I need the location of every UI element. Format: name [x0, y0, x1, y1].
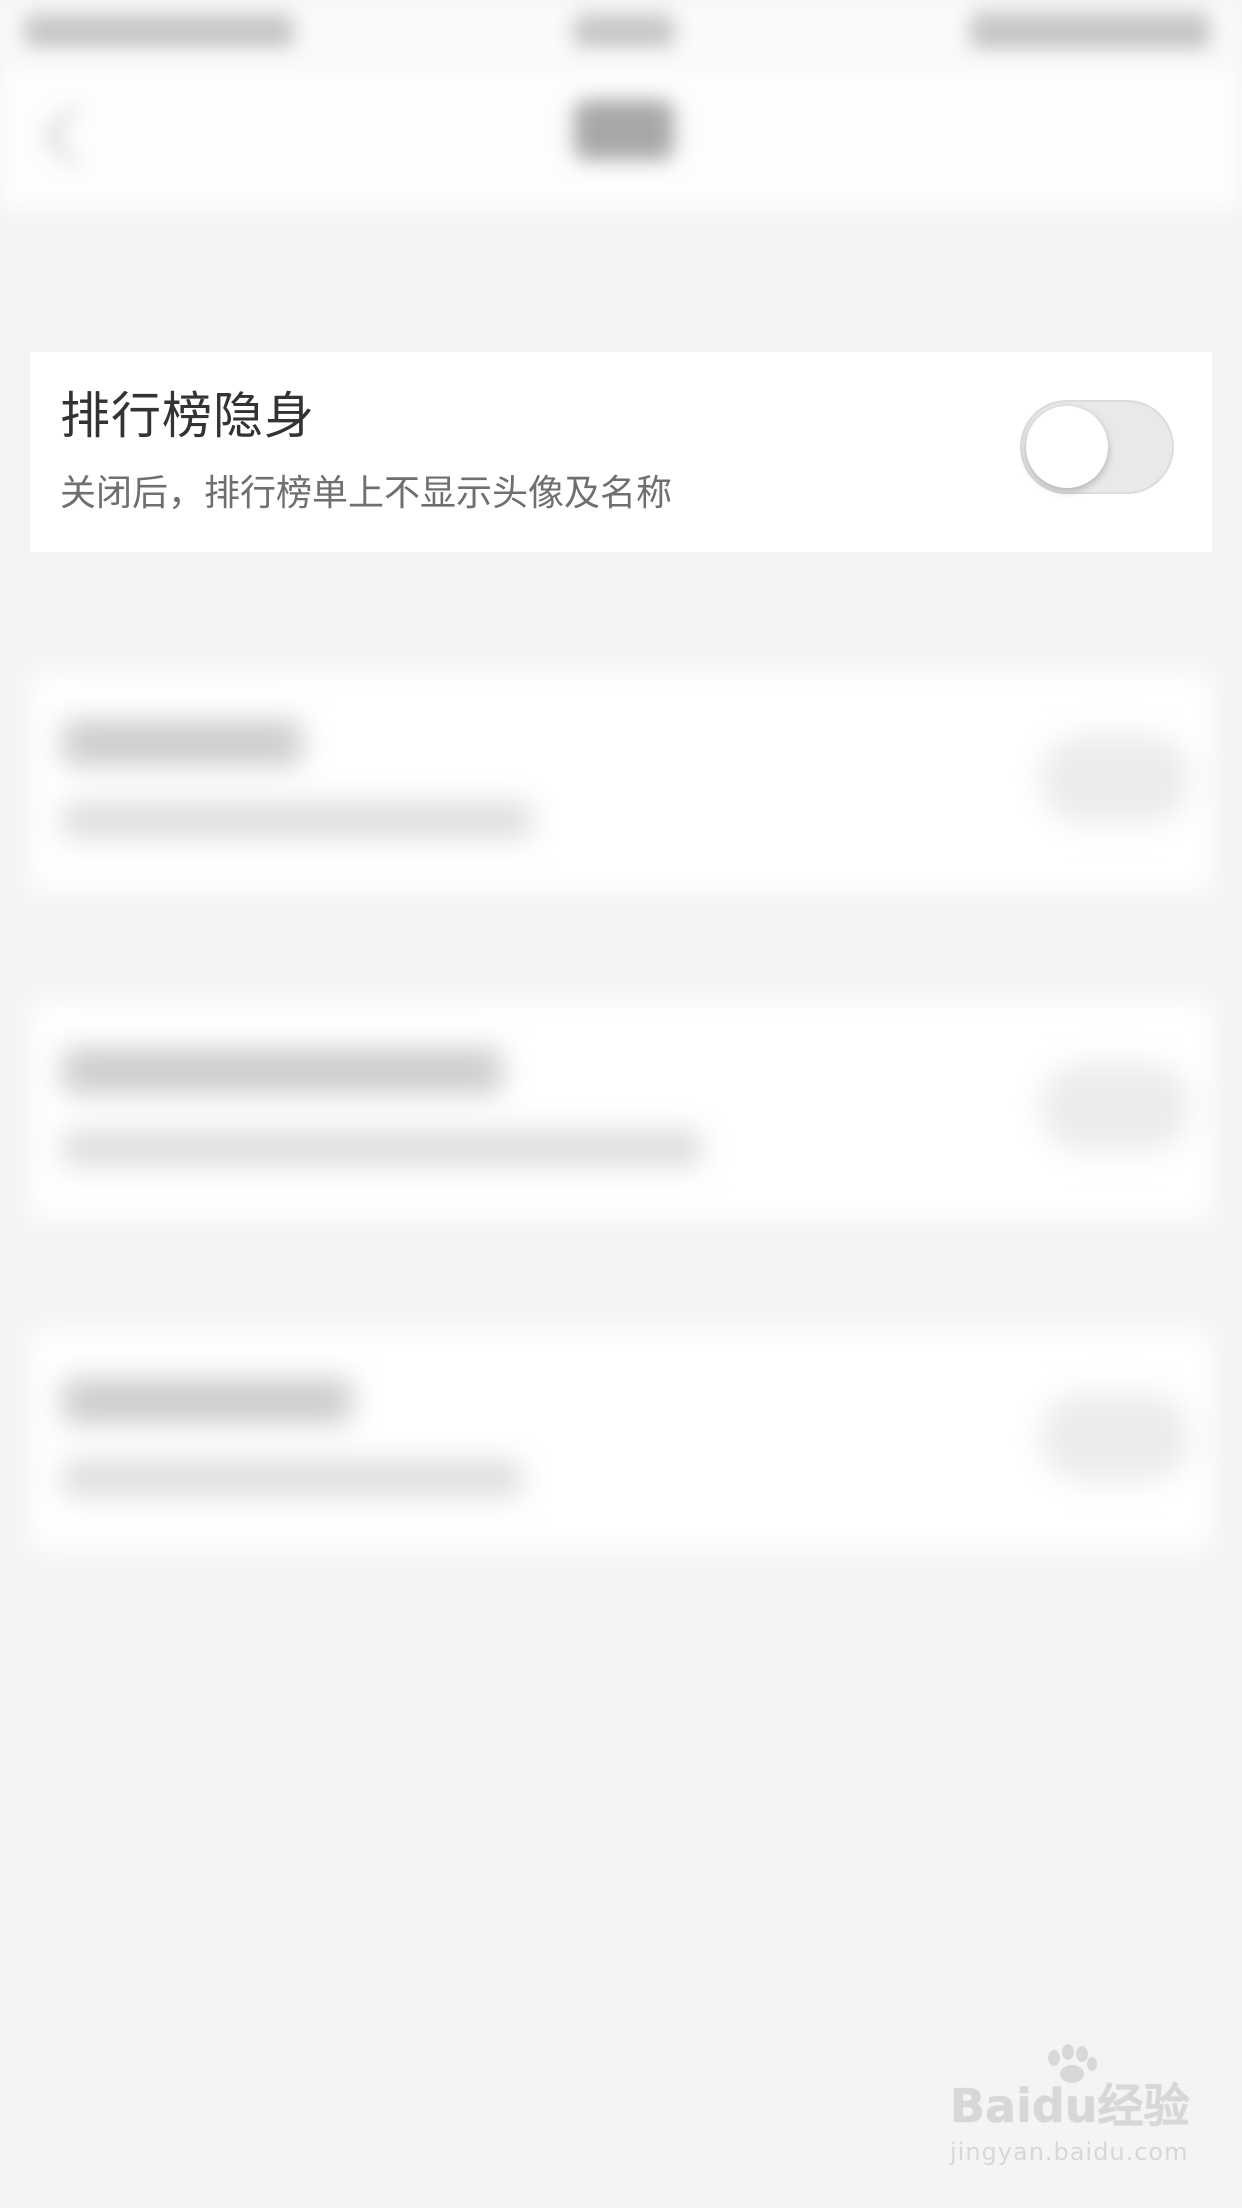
blurred-toggle[interactable]: [1040, 734, 1190, 824]
blurred-title: [62, 1048, 502, 1094]
blurred-title: [62, 1378, 352, 1424]
back-arrow-icon[interactable]: [43, 107, 101, 165]
nav-bar: [0, 64, 1242, 210]
blurred-setting-card: [30, 1330, 1212, 1550]
status-bar: [0, 0, 1242, 64]
blurred-setting-card: [30, 1000, 1212, 1220]
blurred-setting-card: [30, 672, 1212, 892]
setting-description: 关闭后，排行榜单上不显示头像及名称: [60, 473, 673, 514]
leaderboard-invisible-setting: 排行榜隐身 关闭后，排行榜单上不显示头像及名称: [30, 352, 1212, 552]
toggle-knob: [1026, 406, 1108, 488]
paw-icon: [1048, 2044, 1097, 2083]
battery-icon: [970, 12, 1210, 50]
nav-title: [574, 100, 674, 160]
baidu-jingyan-watermark: Baidu经验 jingyan.baidu.com: [950, 2044, 1190, 2180]
watermark-url: jingyan.baidu.com: [950, 2138, 1189, 2166]
blurred-toggle[interactable]: [1040, 1062, 1190, 1152]
blurred-toggle[interactable]: [1040, 1392, 1190, 1482]
blurred-description: [62, 1130, 702, 1166]
blurred-description: [62, 1460, 522, 1496]
leaderboard-invisible-toggle[interactable]: [1020, 400, 1174, 494]
clock: [574, 14, 674, 48]
setting-title: 排行榜隐身: [60, 387, 315, 445]
blurred-description: [62, 802, 532, 838]
blurred-title: [62, 720, 302, 766]
carrier-signal-icon: [24, 14, 294, 48]
screen: 排行榜隐身 关闭后，排行榜单上不显示头像及名称 Baidu经验 jingyan.…: [0, 0, 1242, 2208]
